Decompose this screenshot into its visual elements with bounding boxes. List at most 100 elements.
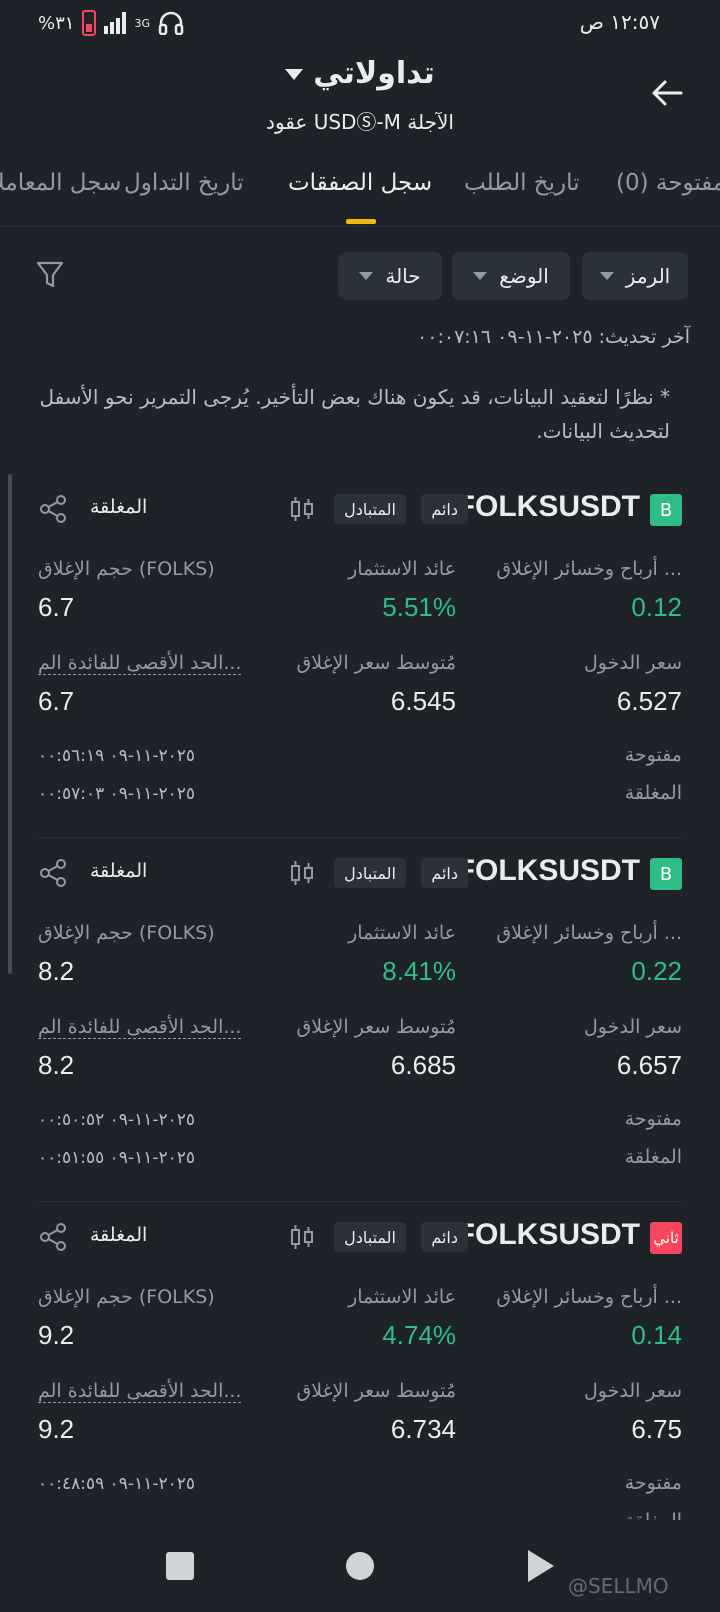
filter-icon[interactable] <box>36 260 64 290</box>
max-open-interest-label[interactable]: الحد الأقصى للفائدة الم... <box>38 1016 242 1039</box>
close-volume-label: حجم الإغلاق (FOLKS) <box>38 1286 215 1308</box>
entry-price-value: 6.527 <box>616 686 682 716</box>
chevron-down-icon <box>599 272 614 280</box>
cross-margin-tag: المتبادل <box>334 1222 406 1252</box>
closed-time: ٢٠٢٥-١١-٠٩ ٠٠:٥٧:٠٣ <box>38 784 195 804</box>
entry-price-value: 6.657 <box>616 1050 682 1080</box>
pnl-label: أرباح وخسائر الإغلاق ... <box>496 558 682 580</box>
close-volume-label: حجم الإغلاق (FOLKS) <box>38 922 215 944</box>
entry-price-label: سعر الدخول <box>583 1016 682 1038</box>
tab-position-history[interactable]: سجل الصفقات <box>288 170 432 196</box>
side-badge: B <box>650 858 682 890</box>
filter-position[interactable]: الوضع <box>452 252 570 300</box>
opened-label: مفتوحة <box>624 1108 682 1130</box>
opened-time: ٢٠٢٥-١١-٠٩ ٠٠:٥٦:١٩ <box>38 746 195 766</box>
scrollbar[interactable] <box>8 474 12 974</box>
opened-time: ٢٠٢٥-١١-٠٩ ٠٠:٤٨:٥٩ <box>38 1474 195 1494</box>
tab-transaction-history[interactable]: سجل المعاملات <box>0 170 121 196</box>
page-subtitle: عقود USDⓈ-M الآجلة <box>266 110 454 134</box>
back-button[interactable] <box>528 1550 554 1582</box>
perpetual-tag: دائم <box>421 1222 468 1252</box>
trade-card[interactable]: B FOLKSUSDT دائم المتبادل المغلقة أرباح … <box>38 838 682 1201</box>
filter-status-label: حالة <box>385 264 421 288</box>
trade-card[interactable]: ثاني FOLKSUSDT دائم المتبادل المغلقة أرب… <box>38 1202 682 1565</box>
closed-label: المغلقة <box>624 1146 682 1168</box>
position-status: المغلقة <box>90 496 148 518</box>
divider <box>0 226 720 227</box>
active-tab-indicator <box>346 219 376 224</box>
perpetual-tag: دائم <box>421 494 468 524</box>
battery-icon <box>82 10 97 36</box>
entry-price-label: سعر الدخول <box>583 1380 682 1402</box>
avg-close-price-value: 6.685 <box>390 1050 456 1080</box>
headphones-icon <box>158 11 184 35</box>
pnl-value: 0.12 <box>631 592 682 622</box>
roi-value: 8.41% <box>382 956 456 986</box>
position-status: المغلقة <box>90 1224 148 1246</box>
opened-label: مفتوحة <box>624 1472 682 1494</box>
avg-close-price-value: 6.734 <box>390 1414 456 1444</box>
share-icon[interactable] <box>38 494 68 524</box>
watermark: @SELLMO <box>568 1574 669 1598</box>
tab-order-history[interactable]: تاريخ الطلب <box>464 170 580 196</box>
max-open-interest-value: 6.7 <box>38 686 75 716</box>
candlestick-icon[interactable] <box>290 494 314 524</box>
filter-position-label: الوضع <box>499 264 549 288</box>
home-button[interactable] <box>346 1552 374 1580</box>
opened-label: مفتوحة <box>624 744 682 766</box>
avg-close-price-label: مُتوسط سعر الإغلاق <box>296 1380 456 1402</box>
avg-close-price-value: 6.545 <box>390 686 456 716</box>
chevron-down-icon <box>359 272 374 280</box>
candlestick-icon[interactable] <box>290 858 314 888</box>
perpetual-tag: دائم <box>421 858 468 888</box>
battery-percent: %٣١ <box>38 12 75 34</box>
pnl-label: أرباح وخسائر الإغلاق ... <box>496 922 682 944</box>
position-status: المغلقة <box>90 860 148 882</box>
max-open-interest-label[interactable]: الحد الأقصى للفائدة الم... <box>38 1380 242 1403</box>
status-bar: ١٢:٥٧ ص %٣١ 3G <box>0 0 720 50</box>
entry-price-value: 6.75 <box>631 1414 682 1444</box>
close-volume-value: 9.2 <box>38 1320 75 1350</box>
pnl-value: 0.22 <box>631 956 682 986</box>
tab-bar: سجل المعاملات تاريخ التداول سجل الصفقات … <box>0 170 720 226</box>
trade-card[interactable]: B FOLKSUSDT دائم المتبادل المغلقة أرباح … <box>38 474 682 837</box>
symbol: FOLKSUSDT <box>456 854 640 887</box>
delay-note: * نظرًا لتعقيد البيانات، قد يكون هناك بع… <box>39 385 671 443</box>
chevron-down-icon <box>285 69 304 80</box>
close-volume-value: 6.7 <box>38 592 75 622</box>
filter-symbol-label: الرمز <box>625 264 671 288</box>
tab-open-orders[interactable]: مفتوحة (0) <box>616 170 720 196</box>
roi-label: عائد الاستثمار <box>348 1286 456 1308</box>
max-open-interest-value: 8.2 <box>38 1050 75 1080</box>
roi-value: 4.74% <box>382 1320 456 1350</box>
avg-close-price-label: مُتوسط سعر الإغلاق <box>296 652 456 674</box>
roi-label: عائد الاستثمار <box>348 558 456 580</box>
status-icons: %٣١ 3G <box>38 10 184 36</box>
symbol: FOLKSUSDT <box>456 1218 640 1251</box>
tab-trade-history[interactable]: تاريخ التداول <box>124 170 244 196</box>
symbol: FOLKSUSDT <box>456 490 640 523</box>
filter-status[interactable]: حالة <box>338 252 442 300</box>
candlestick-icon[interactable] <box>290 1222 314 1252</box>
last-updated: آخر تحديث: ٢٠٢٥-١١-٠٩ ٠٠:٠٧:١٦ <box>417 326 690 348</box>
filter-symbol[interactable]: الرمز <box>582 252 688 300</box>
signal-icon <box>104 12 127 34</box>
network-type: 3G <box>134 16 150 30</box>
status-time: ١٢:٥٧ ص <box>579 10 660 34</box>
roi-value: 5.51% <box>382 592 456 622</box>
pnl-value: 0.14 <box>631 1320 682 1350</box>
side-badge: B <box>650 494 682 526</box>
page-title[interactable]: تداولاتي <box>0 56 720 91</box>
recents-button[interactable] <box>166 1552 194 1580</box>
close-volume-label: حجم الإغلاق (FOLKS) <box>38 558 215 580</box>
cross-margin-tag: المتبادل <box>334 494 406 524</box>
max-open-interest-label[interactable]: الحد الأقصى للفائدة الم... <box>38 652 242 675</box>
close-volume-value: 8.2 <box>38 956 75 986</box>
entry-price-label: سعر الدخول <box>583 652 682 674</box>
avg-close-price-label: مُتوسط سعر الإغلاق <box>296 1016 456 1038</box>
title-text: تداولاتي <box>313 56 435 91</box>
roi-label: عائد الاستثمار <box>348 922 456 944</box>
max-open-interest-value: 9.2 <box>38 1414 75 1444</box>
share-icon[interactable] <box>38 858 68 888</box>
share-icon[interactable] <box>38 1222 68 1252</box>
